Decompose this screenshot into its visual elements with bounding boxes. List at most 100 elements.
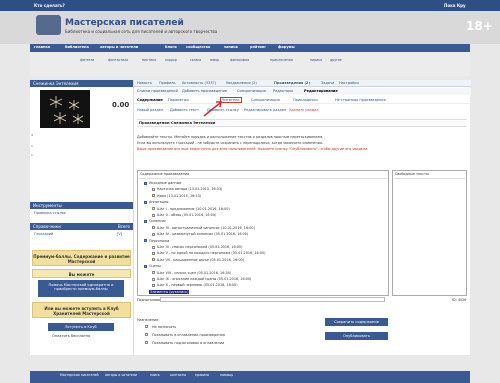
tag-item[interactable]: другое (330, 58, 342, 62)
action-add-link[interactable]: Добавить ссылку (207, 108, 239, 112)
note-3: Ваше произведение все еще недоступно для… (137, 147, 369, 151)
footer-item[interactable]: Мастерская писателей (60, 373, 99, 377)
tools-header: Инструменты (30, 202, 133, 209)
action-add-text[interactable]: Добавить текст (170, 108, 199, 112)
tab-news[interactable]: Новость (137, 81, 152, 85)
tree-folder[interactable]: Персонажи (149, 239, 169, 243)
ttab-page[interactable]: Не страница произведения (335, 98, 386, 102)
subtab-editors[interactable]: Редакторы (273, 89, 293, 93)
tag-item[interactable]: фэнтези (80, 58, 94, 62)
tree-item[interactable]: Шаг II - абзац (05.01.2016, 16:00) (157, 213, 216, 217)
age-badge: 18+ (466, 19, 493, 33)
tree-item[interactable]: Шаг IV - развернутый синопсис (05.01.201… (157, 232, 248, 236)
checkbox-subtitle[interactable] (145, 341, 148, 344)
topbar-user[interactable]: Пока Кру (444, 3, 466, 8)
tools-link[interactable]: Проверка ссылок (34, 211, 66, 215)
left-sidebar: Снежинка Энтелехия 0.00 4 1 1 Инструмент… (30, 80, 133, 355)
can-label: Вы можете (32, 269, 131, 278)
nav-item[interactable]: рейтинг (250, 45, 266, 49)
ttab-params[interactable]: Параметры (168, 98, 189, 102)
tab-works[interactable]: Произведения (2) (274, 81, 311, 85)
glossary-count[interactable]: [V] (117, 232, 122, 236)
ttab-contents[interactable]: Содержание (137, 98, 163, 102)
subtitle-input[interactable] (160, 297, 385, 302)
tree-folder[interactable]: Аннотация (149, 200, 168, 204)
footer-item[interactable]: правила (195, 373, 209, 377)
tree-item[interactable]: Шаг VIII - список сцен (05.01.2016, 16:3… (157, 271, 231, 275)
free-texts-header: Свободные тексты (395, 172, 429, 176)
tree-item[interactable]: Шаг I - предложение (10.01.2016, 16:00) (157, 207, 230, 211)
subtab-list[interactable]: Списки произведений (137, 89, 178, 93)
action-new-section[interactable]: Новый раздел (137, 108, 163, 112)
primary-tabs: Новость Профиль Активность (3337) Уведом… (134, 80, 471, 87)
checkbox-none[interactable] (145, 325, 148, 328)
tag-item[interactable]: сказка (190, 58, 201, 62)
tag-item[interactable]: мистика (142, 58, 156, 62)
tag-item[interactable]: юмор (210, 58, 219, 62)
action-delete-section[interactable]: Удалить раздел (289, 108, 318, 112)
book-logo-icon[interactable] (36, 15, 61, 35)
divider (394, 178, 465, 179)
tree-item[interactable]: Шаг VII - расширенное досье (05.01.2016,… (157, 258, 244, 262)
tree-item[interactable]: Идея (13.01.2015, 16:33) (157, 194, 201, 198)
subtab-sync[interactable]: Синхронизация (237, 89, 266, 93)
footer-link[interactable]: Оплатить бесплатно (52, 334, 90, 338)
tab-activity[interactable]: Активность (3337) (182, 81, 216, 85)
publish-button[interactable]: Опубликовать (325, 332, 388, 340)
tab-settings[interactable]: Настройки (339, 81, 359, 85)
tab-profile[interactable]: Профиль (159, 81, 176, 85)
main-nav: главная библиотека авторы и читатели бло… (30, 44, 470, 52)
nav-item[interactable]: форумы (278, 45, 295, 49)
nav-item[interactable]: сообщества (186, 45, 210, 49)
tree-item[interactable]: Шаг IX - описание каждой сцены (05.01.20… (157, 277, 251, 281)
ttab-attach[interactable]: Прикладочки (293, 98, 318, 102)
tag-item[interactable]: лирика (310, 58, 322, 62)
nav-item[interactable]: записи (224, 45, 238, 49)
folder-icon (144, 200, 147, 204)
nav-item[interactable]: библиотека (65, 45, 89, 49)
checkbox-toc[interactable] (145, 333, 148, 336)
tertiary-tabs: Содержание Параметры Читатели Синхрониза… (134, 97, 471, 104)
note-2: Если вы используете глоссарий - не забуд… (137, 141, 324, 145)
action-edit-section[interactable]: Редактировать раздел (244, 108, 286, 112)
tree-folder[interactable]: Сцены (149, 264, 161, 268)
save-contents-button[interactable]: Сохранить содержание (325, 318, 388, 326)
author-header: Снежинка Энтелехия (30, 80, 133, 87)
help-button[interactable]: Помочь Мастерской однократно и приобрест… (38, 280, 124, 297)
topbar-link[interactable]: Кто сделать? (34, 3, 65, 8)
nav-item[interactable]: блоги (165, 45, 177, 49)
tree-item[interactable]: Шаг III - список персонажей (05.01.2016,… (157, 245, 242, 249)
tree-item[interactable]: Шаг V - по одной на каждого персонажа (0… (157, 251, 265, 255)
author-counter: 0.00 (112, 101, 130, 109)
subtab-add[interactable]: Добавить произведение (182, 89, 227, 93)
footer-item[interactable]: контакты (170, 373, 186, 377)
tab-tasks[interactable]: Задачи (321, 81, 334, 85)
glossary-link[interactable]: Глоссарий (34, 232, 53, 236)
tree-selected-folder[interactable]: Элементы (рукопись) (149, 289, 190, 294)
tag-item[interactable]: приключения (270, 58, 293, 62)
tree-item[interactable]: Шаг III - одностраничный синопсис (10.01… (157, 226, 255, 230)
count-1: 1 (31, 144, 33, 148)
footer-item[interactable]: помощь (220, 373, 233, 377)
document-icon (152, 245, 155, 249)
footer-item[interactable]: авторы и читатели (105, 373, 137, 377)
tab-notifications[interactable]: Уведомления (2) (226, 81, 257, 85)
opt-toc-label: Показывать в оглавлении произведения (152, 333, 225, 337)
premium-promo: Премиум-баллы. Содержание и развитие Мас… (32, 250, 131, 266)
tree-item[interactable]: Карточка автора (13.01.2015, 16:33) (157, 187, 222, 191)
join-club-button[interactable]: Вступить в Клуб (48, 323, 114, 331)
tag-item[interactable]: фантастика (108, 58, 128, 62)
nav-item[interactable]: авторы и читатели (100, 45, 138, 49)
nav-item[interactable]: главная (34, 45, 50, 49)
ttab-sync[interactable]: Синхронизация (251, 98, 280, 102)
tag-item[interactable]: философия (230, 58, 249, 62)
tree-folder[interactable]: Синопсис (149, 219, 166, 223)
refs-header: Справочники Всего (30, 223, 133, 230)
subtab-editing[interactable]: Редактирование (304, 89, 338, 93)
tree-item[interactable]: Шаг X - первый черновик (05.01.2016, 16:… (157, 283, 238, 287)
site-title[interactable]: Мастерская писателей (65, 18, 184, 28)
tree-folder[interactable]: Исходные данные (149, 181, 182, 185)
tag-item[interactable]: хоррор (165, 58, 177, 62)
work-title-bar: Произведение: Снежинка Энтелехии (137, 119, 467, 127)
footer-item[interactable]: поиск (150, 373, 160, 377)
